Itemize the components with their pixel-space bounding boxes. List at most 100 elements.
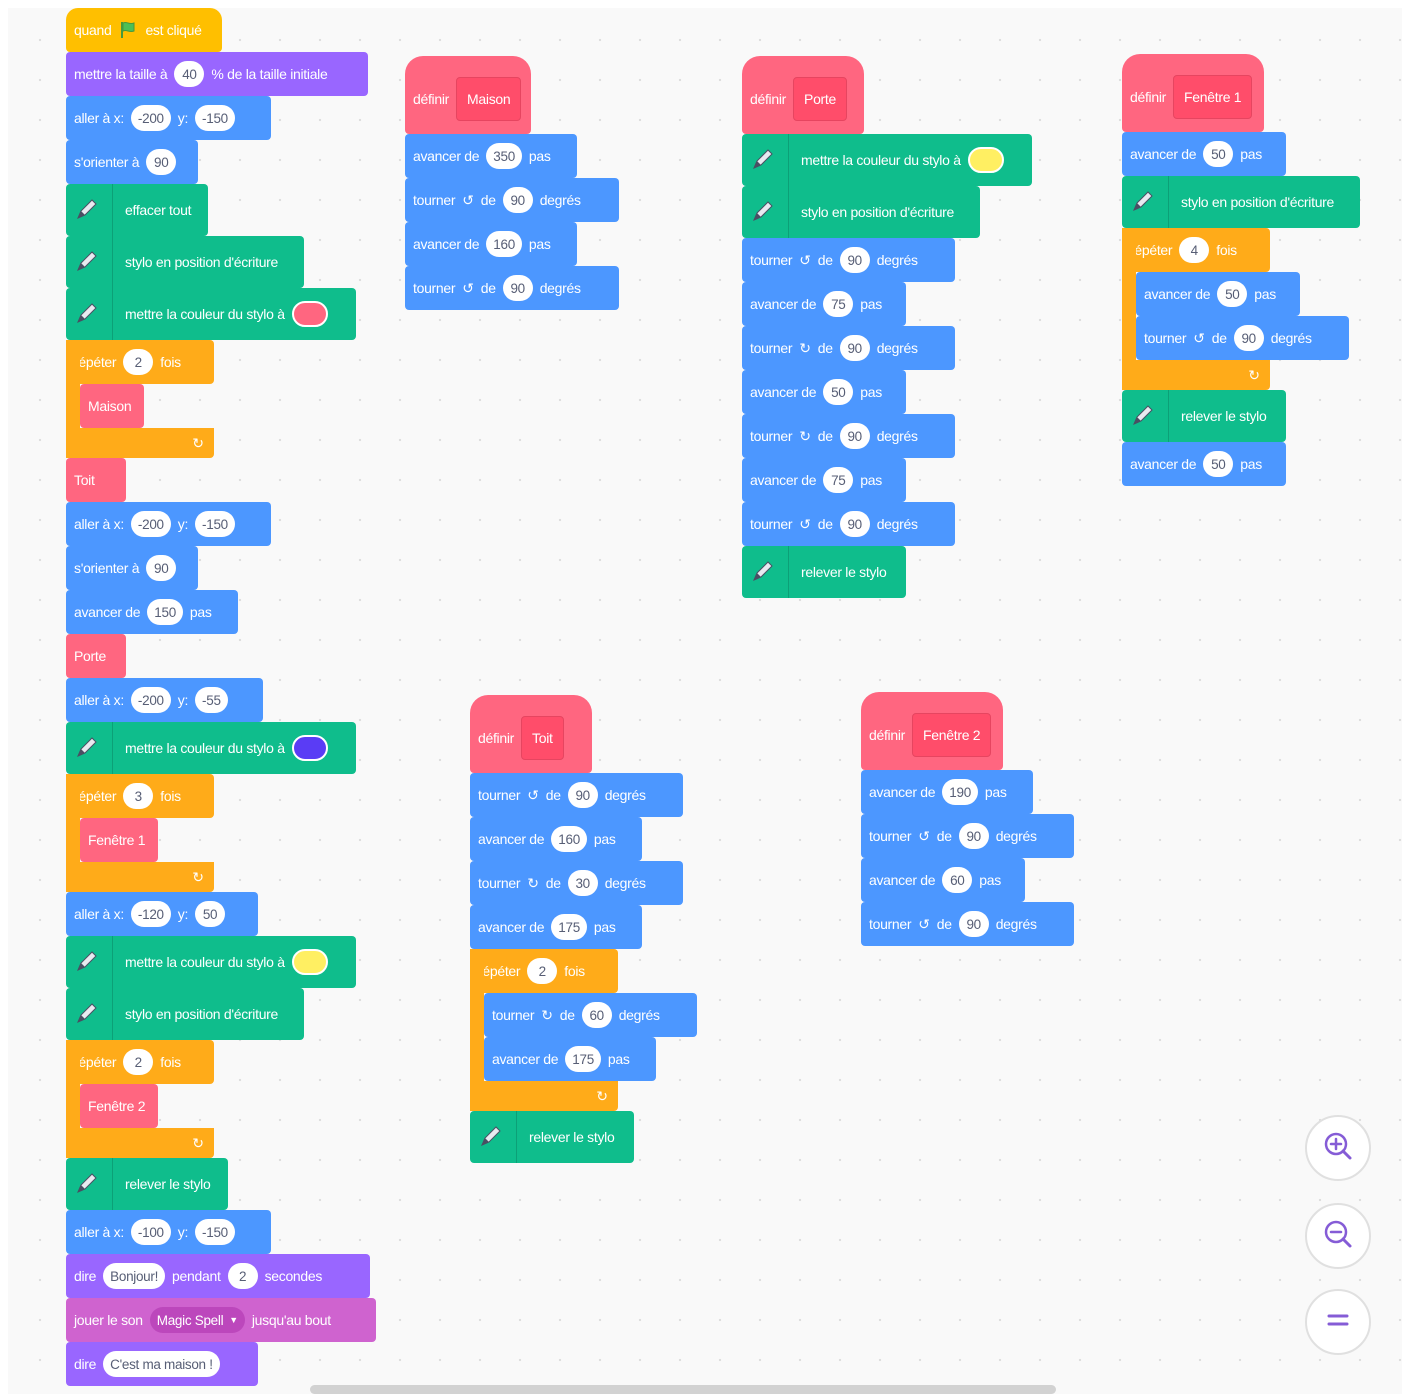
procedure-prototype[interactable]: Fenêtre 1 bbox=[1173, 75, 1253, 119]
procedure-prototype[interactable]: Maison bbox=[456, 77, 522, 121]
define-hat-block[interactable]: définir Fenêtre 1 bbox=[1122, 54, 1264, 132]
repeat-block[interactable]: répéter 2 fois Maison ↻ bbox=[66, 340, 376, 458]
zoom-in-button[interactable] bbox=[1305, 1115, 1371, 1181]
point-direction-block[interactable]: s'orienter à 90 bbox=[66, 546, 198, 590]
turn-right-block[interactable]: tourner ↻ de 60 degrés bbox=[484, 993, 697, 1037]
y-input[interactable]: -150 bbox=[195, 105, 235, 131]
code-workspace[interactable]: quand est cliqué mettre la taille à 40 %… bbox=[8, 8, 1402, 1394]
move-steps-block[interactable]: avancer de 190 pas bbox=[861, 770, 1033, 814]
define-fenetre1-stack[interactable]: définir Fenêtre 1 avancer de 50 pas stylo … bbox=[1122, 54, 1360, 486]
move-steps-block[interactable]: avancer de 150 pas bbox=[66, 590, 238, 634]
degrees-input[interactable]: 90 bbox=[567, 782, 598, 808]
x-input[interactable]: -200 bbox=[130, 105, 171, 131]
steps-input[interactable]: 50 bbox=[823, 379, 854, 405]
play-sound-until-done-block[interactable]: jouer le son Magic Spell ▼ jusqu'au bout bbox=[66, 1298, 376, 1342]
y-input[interactable]: -55 bbox=[195, 687, 228, 713]
x-input[interactable]: -200 bbox=[130, 511, 171, 537]
set-size-block[interactable]: mettre la taille à 40 % de la taille ini… bbox=[66, 52, 368, 96]
x-input[interactable]: -100 bbox=[130, 1219, 171, 1245]
move-steps-block[interactable]: avancer de 50 pas bbox=[742, 370, 906, 414]
x-input[interactable]: -200 bbox=[130, 687, 171, 713]
pen-down-block[interactable]: stylo en position d'écriture bbox=[1122, 176, 1360, 228]
pen-color-swatch[interactable] bbox=[291, 301, 328, 327]
repeat-block[interactable]: répéter 2 fois Fenêtre 2 ↻ bbox=[66, 1040, 376, 1158]
degrees-input[interactable]: 90 bbox=[839, 423, 870, 449]
pen-color-swatch[interactable] bbox=[291, 735, 328, 761]
pen-color-swatch[interactable] bbox=[967, 147, 1004, 173]
call-porte-block[interactable]: Porte bbox=[66, 634, 126, 678]
message-input[interactable]: C'est ma maison ! bbox=[103, 1351, 220, 1377]
size-input[interactable]: 40 bbox=[174, 61, 205, 87]
goto-xy-block[interactable]: aller à x: -100 y: -150 bbox=[66, 1210, 271, 1254]
call-maison-block[interactable]: Maison bbox=[80, 384, 144, 428]
turn-left-block[interactable]: tourner ↺ de 90 degrés bbox=[470, 773, 683, 817]
direction-input[interactable]: 90 bbox=[146, 555, 177, 581]
turn-left-block[interactable]: tourner ↺ de 90 degrés bbox=[405, 178, 619, 222]
move-steps-block[interactable]: avancer de 75 pas bbox=[742, 458, 906, 502]
when-flag-clicked-block[interactable]: quand est cliqué bbox=[66, 8, 222, 52]
steps-input[interactable]: 350 bbox=[486, 143, 522, 169]
degrees-input[interactable]: 90 bbox=[839, 511, 870, 537]
turn-left-block[interactable]: tourner ↺ de 90 degrés bbox=[861, 902, 1074, 946]
define-toit-stack[interactable]: définir Toit tourner ↺ de 90 degrés avancer … bbox=[470, 695, 697, 1163]
define-maison-stack[interactable]: définir Maison avancer de 350 pas tourner ↺… bbox=[405, 56, 619, 310]
repeat-count-input[interactable]: 3 bbox=[123, 783, 154, 809]
seconds-input[interactable]: 2 bbox=[227, 1263, 258, 1289]
move-steps-block[interactable]: avancer de 175 pas bbox=[484, 1037, 656, 1081]
steps-input[interactable]: 150 bbox=[147, 599, 183, 625]
x-input[interactable]: -120 bbox=[130, 901, 171, 927]
move-steps-block[interactable]: avancer de 50 pas bbox=[1136, 272, 1300, 316]
turn-left-block[interactable]: tourner ↺ de 90 degrés bbox=[742, 238, 955, 282]
repeat-block[interactable]: répéter 4 fois avancer de 50 pas tourner ↺ d… bbox=[1122, 228, 1360, 390]
set-pen-color-block[interactable]: mettre la couleur du stylo à bbox=[66, 722, 356, 774]
call-toit-block[interactable]: Toit bbox=[66, 458, 126, 502]
sound-dropdown[interactable]: Magic Spell ▼ bbox=[149, 1307, 245, 1333]
goto-xy-block[interactable]: aller à x: -200 y: -150 bbox=[66, 502, 271, 546]
degrees-input[interactable]: 90 bbox=[1233, 325, 1264, 351]
turn-right-block[interactable]: tourner ↻ de 30 degrés bbox=[470, 861, 683, 905]
set-pen-color-block[interactable]: mettre la couleur du stylo à bbox=[66, 936, 356, 988]
repeat-count-input[interactable]: 2 bbox=[123, 1049, 154, 1075]
pen-down-block[interactable]: stylo en position d'écriture bbox=[66, 988, 304, 1040]
say-block[interactable]: dire C'est ma maison ! bbox=[66, 1342, 258, 1386]
goto-xy-block[interactable]: aller à x: -120 y: 50 bbox=[66, 892, 258, 936]
define-hat-block[interactable]: définir Porte bbox=[742, 56, 864, 134]
y-input[interactable]: 50 bbox=[195, 901, 226, 927]
degrees-input[interactable]: 90 bbox=[502, 275, 533, 301]
pen-color-swatch[interactable] bbox=[291, 949, 328, 975]
move-steps-block[interactable]: avancer de 60 pas bbox=[861, 858, 1025, 902]
move-steps-block[interactable]: avancer de 75 pas bbox=[742, 282, 906, 326]
y-input[interactable]: -150 bbox=[195, 511, 235, 537]
y-input[interactable]: -150 bbox=[195, 1219, 235, 1245]
call-fenetre1-block[interactable]: Fenêtre 1 bbox=[80, 818, 158, 862]
call-fenetre2-block[interactable]: Fenêtre 2 bbox=[80, 1084, 158, 1128]
repeat-count-input[interactable]: 2 bbox=[527, 958, 558, 984]
horizontal-scrollbar[interactable] bbox=[310, 1385, 1056, 1394]
zoom-reset-button[interactable] bbox=[1305, 1289, 1371, 1355]
move-steps-block[interactable]: avancer de 350 pas bbox=[405, 134, 577, 178]
turn-left-block[interactable]: tourner ↺ de 90 degrés bbox=[1136, 316, 1349, 360]
turn-left-block[interactable]: tourner ↺ de 90 degrés bbox=[742, 502, 955, 546]
steps-input[interactable]: 50 bbox=[1203, 451, 1234, 477]
repeat-block[interactable]: répéter 2 fois tourner ↻ de 60 degrés avance… bbox=[470, 949, 697, 1111]
define-hat-block[interactable]: définir Maison bbox=[405, 56, 531, 134]
define-hat-block[interactable]: définir Fenêtre 2 bbox=[861, 692, 1003, 770]
repeat-count-input[interactable]: 4 bbox=[1179, 237, 1210, 263]
steps-input[interactable]: 160 bbox=[486, 231, 522, 257]
define-fenetre2-stack[interactable]: définir Fenêtre 2 avancer de 190 pas tourn… bbox=[861, 692, 1074, 946]
move-steps-block[interactable]: avancer de 50 pas bbox=[1122, 132, 1286, 176]
define-porte-stack[interactable]: définir Porte mettre la couleur du stylo… bbox=[742, 56, 1032, 598]
pen-up-block[interactable]: relever le stylo bbox=[742, 546, 906, 598]
steps-input[interactable]: 160 bbox=[551, 826, 587, 852]
set-pen-color-block[interactable]: mettre la couleur du stylo à bbox=[742, 134, 1032, 186]
turn-right-block[interactable]: tourner ↻ de 90 degrés bbox=[742, 414, 955, 458]
set-pen-color-block[interactable]: mettre la couleur du stylo à bbox=[66, 288, 356, 340]
steps-input[interactable]: 50 bbox=[1217, 281, 1248, 307]
turn-left-block[interactable]: tourner ↺ de 90 degrés bbox=[405, 266, 619, 310]
goto-xy-block[interactable]: aller à x: -200 y: -150 bbox=[66, 96, 271, 140]
degrees-input[interactable]: 90 bbox=[839, 335, 870, 361]
message-input[interactable]: Bonjour! bbox=[103, 1263, 166, 1289]
degrees-input[interactable]: 90 bbox=[839, 247, 870, 273]
procedure-prototype[interactable]: Toit bbox=[521, 716, 564, 760]
steps-input[interactable]: 50 bbox=[1203, 141, 1234, 167]
